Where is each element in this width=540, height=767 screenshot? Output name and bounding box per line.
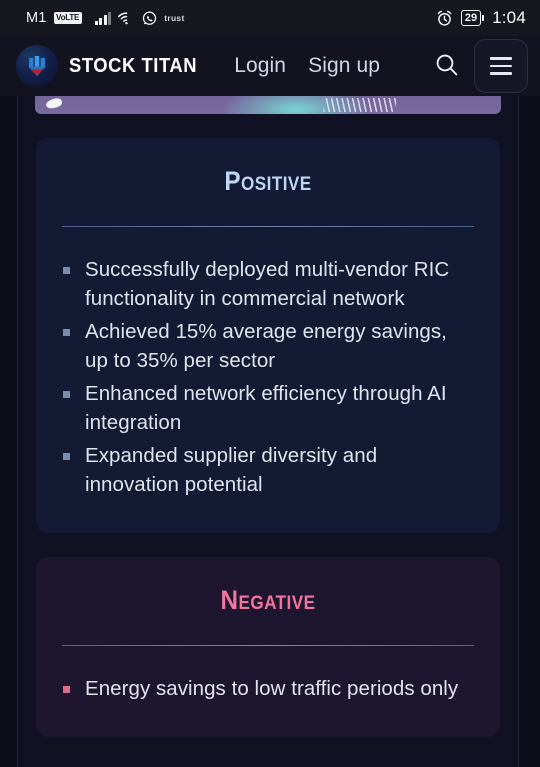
main-nav: Login Sign up <box>234 54 380 78</box>
search-button[interactable] <box>428 47 466 85</box>
negative-card-divider <box>62 645 474 646</box>
hamburger-menu-button[interactable] <box>474 39 528 93</box>
list-item: Successfully deployed multi-vendor RIC f… <box>62 255 474 313</box>
positive-bullet-list: Successfully deployed multi-vendor RIC f… <box>62 255 474 499</box>
negative-sentiment-card: Negative Energy savings to low traffic p… <box>36 557 500 737</box>
page-body: Positive Successfully deployed multi-ven… <box>0 96 540 767</box>
list-item: Expanded supplier diversity and innovati… <box>62 441 474 499</box>
volte-badge: VoLTE <box>53 11 82 25</box>
article-banner-image <box>35 96 501 114</box>
status-bar: M1 VoLTE trust 29 1:04 <box>0 0 540 36</box>
positive-card-divider <box>62 226 474 227</box>
positive-sentiment-card: Positive Successfully deployed multi-ven… <box>36 138 500 533</box>
battery-indicator: 29 <box>460 10 485 26</box>
wifi-icon <box>118 11 135 25</box>
whatsapp-icon <box>142 11 157 26</box>
login-link[interactable]: Login <box>234 54 286 78</box>
signup-link[interactable]: Sign up <box>308 54 380 78</box>
article-content: Positive Successfully deployed multi-ven… <box>18 96 518 767</box>
carrier-label: M1 <box>26 10 47 26</box>
brand-logo-link[interactable]: STOCK TITAN <box>16 45 208 87</box>
status-bar-right: 29 1:04 <box>436 8 526 28</box>
alarm-clock-icon <box>436 10 453 27</box>
site-header: STOCK TITAN Login Sign up <box>0 36 540 96</box>
status-bar-left: M1 VoLTE trust <box>26 10 185 26</box>
positive-card-title: Positive <box>224 166 312 196</box>
list-item: Enhanced network efficiency through AI i… <box>62 379 474 437</box>
clock-time: 1:04 <box>492 8 526 27</box>
banner-graphic <box>35 96 501 114</box>
header-actions <box>428 39 528 93</box>
battery-cap <box>482 15 485 21</box>
signal-bars-icon <box>94 11 112 25</box>
hamburger-menu-icon <box>490 57 512 60</box>
trust-label: trust <box>164 13 185 23</box>
stock-titan-logo-icon <box>16 45 58 87</box>
search-icon <box>434 52 460 81</box>
negative-bullet-list: Energy savings to low traffic periods on… <box>62 674 474 703</box>
negative-card-title: Negative <box>220 585 316 615</box>
list-item: Energy savings to low traffic periods on… <box>62 674 474 703</box>
battery-percent: 29 <box>460 10 482 26</box>
brand-name: STOCK TITAN <box>69 54 198 77</box>
right-rail-divider <box>518 96 519 767</box>
list-item: Achieved 15% average energy savings, up … <box>62 317 474 375</box>
